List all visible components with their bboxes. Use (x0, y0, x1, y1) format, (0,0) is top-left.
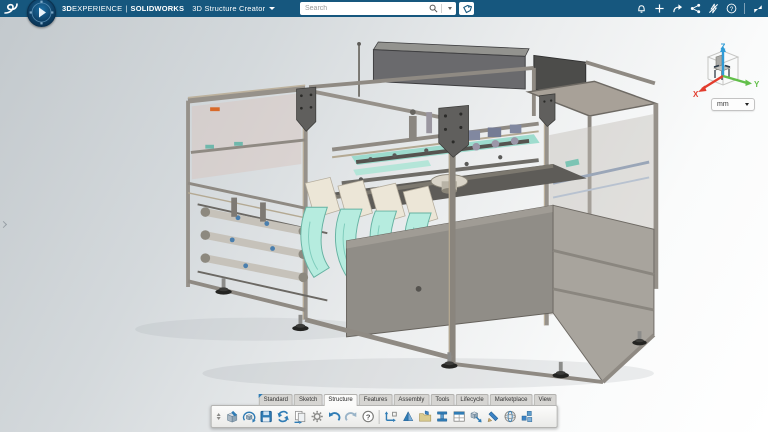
trim-button[interactable] (485, 408, 501, 425)
pattern-button[interactable] (519, 408, 535, 425)
open-icon (241, 409, 256, 424)
share-nodes-icon (690, 3, 701, 14)
app-switcher-chevron-icon[interactable] (269, 7, 275, 10)
search-divider (441, 4, 442, 13)
tab-tools[interactable]: Tools (430, 394, 454, 405)
search-icon[interactable] (429, 4, 438, 13)
toolbar-expander[interactable] (215, 409, 223, 425)
top-bar: 3DEXPERIENCE | SOLIDWORKS 3D Structure C… (0, 0, 768, 17)
tab-flag-icon (259, 394, 263, 398)
x-axis-label: X (693, 90, 699, 99)
bolt-slash-icon (708, 3, 719, 14)
action-bar-icons: ? (211, 405, 558, 428)
help-glyph: ? (365, 412, 370, 421)
share-arrow-icon (672, 3, 683, 14)
action-bar-dock: Standard Sketch Structure Features Assem… (211, 394, 558, 428)
add-content-button[interactable] (654, 3, 665, 14)
x-axis[interactable] (702, 76, 723, 89)
options-button[interactable] (309, 408, 325, 425)
assistance-button[interactable] (708, 3, 719, 14)
left-panel-expander[interactable] (0, 213, 9, 235)
save-button[interactable] (258, 408, 274, 425)
notifications-button[interactable] (636, 3, 647, 14)
cut-list-button[interactable] (451, 408, 467, 425)
tab-view[interactable]: View (533, 394, 556, 405)
community-button[interactable] (690, 3, 701, 14)
undo-icon (326, 409, 341, 424)
new-design-button[interactable] (224, 408, 240, 425)
undo-button[interactable] (326, 408, 342, 425)
brand-experience: EXPERIENCE (72, 4, 122, 13)
corner-wedge-icon (400, 409, 415, 424)
toolbar-divider (379, 410, 380, 424)
bell-icon (636, 3, 647, 14)
new-design-icon (224, 409, 239, 424)
action-bar-tabs: Standard Sketch Structure Features Assem… (259, 394, 558, 405)
collapse-arrows-icon (753, 4, 763, 14)
units-dropdown[interactable]: mm (711, 98, 755, 111)
units-value: mm (717, 101, 729, 108)
publish-button[interactable] (417, 408, 433, 425)
multi-part-icon (519, 409, 534, 424)
chevron-right-icon (0, 220, 7, 227)
y-axis-label: Y (754, 80, 760, 89)
search-box (300, 2, 456, 15)
sync-arrows-icon (275, 409, 290, 424)
top-bar-actions: ? (636, 0, 763, 17)
search-options-chevron-icon[interactable] (448, 7, 452, 10)
tab-lifecycle[interactable]: Lifecycle (455, 394, 488, 405)
structural-profile-button[interactable] (434, 408, 450, 425)
share-button[interactable] (672, 3, 683, 14)
sphere-primitive-button[interactable] (502, 408, 518, 425)
brand-separator: | (125, 4, 127, 13)
folder-part-icon (417, 409, 432, 424)
import-export-button[interactable] (292, 408, 308, 425)
tab-marketplace[interactable]: Marketplace (490, 394, 533, 405)
brand-solidworks: SOLIDWORKS (131, 4, 185, 13)
top-bar-divider (744, 3, 745, 14)
brand-text: 3DEXPERIENCE | SOLIDWORKS 3D Structure C… (62, 0, 275, 17)
application-window: 3DEXPERIENCE | SOLIDWORKS 3D Structure C… (0, 0, 768, 432)
pen-icon (485, 409, 500, 424)
toolbar-help-button[interactable]: ? (360, 408, 376, 425)
compass-icon[interactable] (27, 0, 56, 27)
collapse-bar-button[interactable] (752, 3, 763, 14)
tab-sketch[interactable]: Sketch (294, 394, 322, 405)
plus-icon (654, 3, 665, 14)
z-axis-label: Z (721, 43, 726, 52)
sphere-icon (502, 409, 517, 424)
app-title[interactable]: 3D Structure Creator (192, 4, 265, 13)
tags-button[interactable] (459, 2, 474, 15)
open-button[interactable] (241, 408, 257, 425)
export-part-button[interactable] (468, 408, 484, 425)
documents-icon (292, 409, 307, 424)
tab-structure[interactable]: Structure (323, 394, 357, 406)
y-axis[interactable] (723, 76, 747, 83)
tab-features[interactable]: Features (359, 394, 393, 405)
save-icon (258, 409, 273, 424)
i-beam-icon (434, 409, 449, 424)
redo-icon (343, 409, 358, 424)
tab-assembly[interactable]: Assembly (393, 394, 429, 405)
tab-standard[interactable]: Standard (259, 394, 293, 405)
help-glyph: ? (730, 6, 734, 13)
play-icon (39, 8, 46, 18)
tag-icon (462, 4, 472, 14)
help-button[interactable]: ? (726, 3, 737, 14)
search-input[interactable] (300, 5, 429, 12)
update-button[interactable] (275, 408, 291, 425)
gear-icon (309, 409, 324, 424)
insert-member-button[interactable] (383, 408, 399, 425)
table-icon (451, 409, 466, 424)
dassault-systemes-logo (3, 2, 23, 15)
brand-3d: 3D (62, 4, 72, 13)
3d-viewport[interactable]: Z X Y mm Standard Sketch Structure Featu… (0, 17, 768, 432)
part-arrow-icon (468, 409, 483, 424)
corner-management-button[interactable] (400, 408, 416, 425)
insert-member-icon (383, 409, 398, 424)
redo-button[interactable] (343, 408, 359, 425)
units-chevron-icon (745, 103, 749, 106)
machine-3d-model[interactable] (0, 17, 768, 432)
